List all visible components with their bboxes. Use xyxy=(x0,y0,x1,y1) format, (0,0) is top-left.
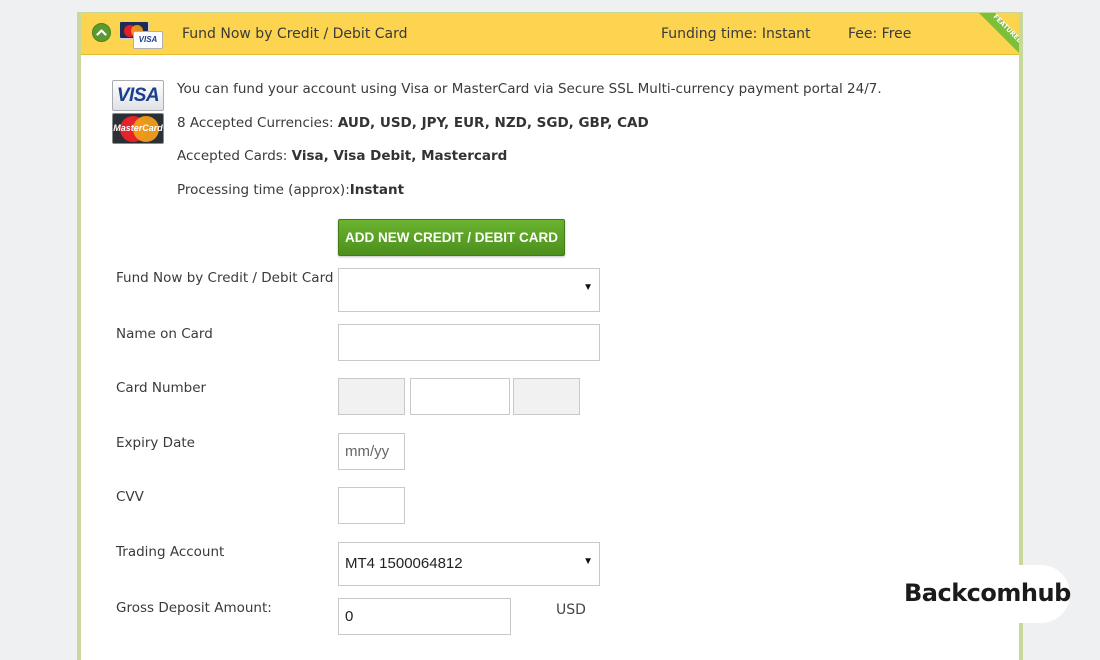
name-on-card-input[interactable] xyxy=(338,324,600,361)
expiry-date-label: Expiry Date xyxy=(116,435,195,451)
fund-card-select[interactable]: ▼ xyxy=(338,268,600,312)
trading-account-label: Trading Account xyxy=(116,544,225,560)
info-line: You can fund your account using Visa or … xyxy=(177,81,882,97)
cards-label: Accepted Cards: xyxy=(177,148,292,164)
card-logos-icon: VISA xyxy=(119,21,163,49)
visa-icon: VISA xyxy=(133,31,163,49)
mastercard-logo-icon: MasterCard xyxy=(112,113,164,144)
gross-deposit-value: 0 xyxy=(345,608,354,625)
watermark-text: Backcomhub xyxy=(904,579,1071,607)
dropdown-arrow-icon: ▼ xyxy=(583,556,593,567)
card-number-part-3[interactable] xyxy=(513,378,580,415)
accepted-cards: Accepted Cards: Visa, Visa Debit, Master… xyxy=(177,148,507,164)
processing-label: Processing time (approx): xyxy=(177,182,350,198)
accepted-currencies: 8 Accepted Currencies: AUD, USD, JPY, EU… xyxy=(177,115,649,131)
card-number-label: Card Number xyxy=(116,380,207,396)
processing-time: Processing time (approx):Instant xyxy=(177,182,404,198)
funding-time: Funding time: Instant xyxy=(661,26,811,42)
add-new-card-button[interactable]: ADD NEW CREDIT / DEBIT CARD xyxy=(338,219,565,256)
cvv-label: CVV xyxy=(116,489,144,505)
processing-value: Instant xyxy=(349,182,405,198)
expiry-date-input[interactable]: mm/yy xyxy=(338,433,405,470)
fee-label: Fee: Free xyxy=(848,26,912,42)
featured-ribbon: FEATURED xyxy=(979,13,1019,53)
visa-logo-icon: VISA xyxy=(112,80,164,111)
gross-deposit-label: Gross Deposit Amount: xyxy=(116,600,272,616)
currency-label: USD xyxy=(556,602,586,618)
currencies-label: 8 Accepted Currencies: xyxy=(177,115,338,131)
panel-header[interactable]: VISA Fund Now by Credit / Debit Card Fun… xyxy=(81,13,1019,55)
name-on-card-label: Name on Card xyxy=(116,326,213,342)
gross-deposit-input[interactable]: 0 xyxy=(338,598,511,635)
payment-logos: VISA MasterCard xyxy=(112,80,164,144)
cvv-input[interactable] xyxy=(338,487,405,524)
card-number-part-1[interactable] xyxy=(338,378,405,415)
cards-value: Visa, Visa Debit, Mastercard xyxy=(291,148,508,164)
mastercard-logo-text: MasterCard xyxy=(113,123,163,133)
dropdown-arrow-icon: ▼ xyxy=(583,282,593,293)
trading-account-value: MT4 1500064812 xyxy=(345,555,463,572)
chevron-up-icon[interactable] xyxy=(92,23,111,42)
trading-account-select[interactable]: MT4 1500064812 ▼ xyxy=(338,542,600,586)
currencies-value: AUD, USD, JPY, EUR, NZD, SGD, GBP, CAD xyxy=(337,115,649,131)
fund-card-label: Fund Now by Credit / Debit Card xyxy=(116,270,334,286)
expiry-placeholder: mm/yy xyxy=(345,443,390,460)
watermark-logo: Backcomhub xyxy=(887,565,1071,623)
card-number-part-2[interactable] xyxy=(410,378,510,415)
funding-panel: VISA Fund Now by Credit / Debit Card Fun… xyxy=(77,12,1023,660)
header-title: Fund Now by Credit / Debit Card xyxy=(182,26,408,42)
